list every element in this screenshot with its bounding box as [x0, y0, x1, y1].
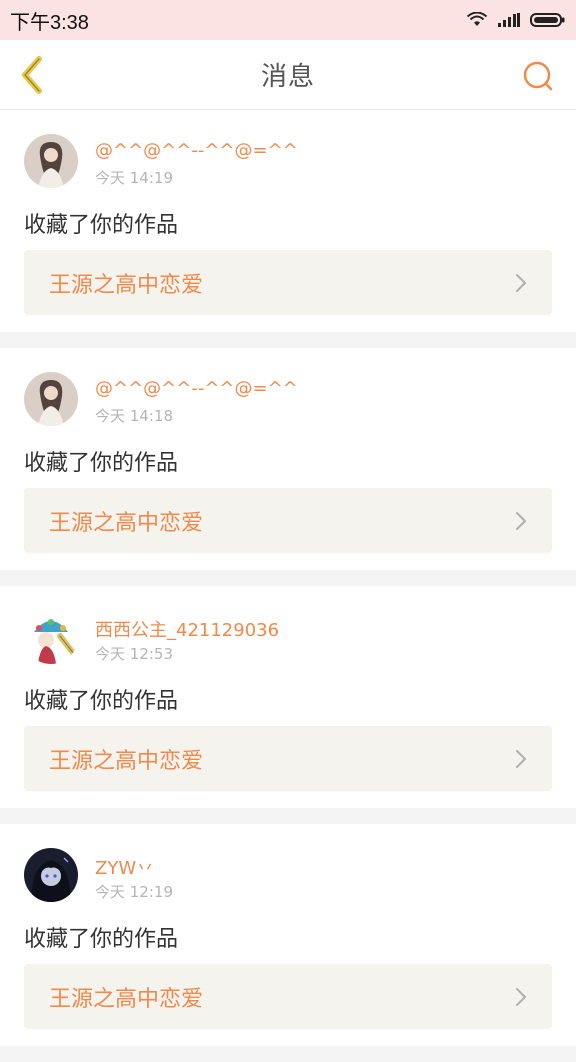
- app-header: 消息: [0, 40, 576, 110]
- timestamp: 今天 14:18: [95, 407, 173, 425]
- message-card: @^^@^^--^^@=^^ 今天 14:19 收藏了你的作品 王源之高中恋爱: [0, 110, 576, 332]
- message-card: @^^@^^--^^@=^^ 今天 14:18 收藏了你的作品 王源之高中恋爱: [0, 348, 576, 570]
- username[interactable]: @^^@^^--^^@=^^: [95, 378, 298, 399]
- user-avatar-portrait-icon: [24, 372, 78, 426]
- work-link[interactable]: 王源之高中恋爱: [24, 250, 552, 315]
- search-icon: [523, 61, 553, 91]
- timestamp: 今天 14:19: [95, 169, 173, 187]
- search-button[interactable]: [520, 58, 556, 94]
- wifi-icon: [466, 12, 488, 26]
- back-button[interactable]: [12, 54, 52, 96]
- timestamp: 今天 12:19: [95, 883, 173, 901]
- username[interactable]: @^^@^^--^^@=^^: [95, 140, 298, 161]
- user-avatar-portrait-icon: [24, 134, 78, 188]
- chevron-left-icon: [22, 56, 42, 94]
- work-link[interactable]: 王源之高中恋爱: [24, 726, 552, 791]
- chevron-right-icon: [516, 987, 526, 1006]
- action-text: 收藏了你的作品: [24, 213, 179, 238]
- status-icons: [466, 12, 566, 28]
- user-avatar-opera-icon: [24, 610, 78, 664]
- chevron-right-icon: [516, 749, 526, 768]
- work-title: 王源之高中恋爱: [49, 272, 204, 298]
- user-avatar-dark-icon: [24, 848, 78, 902]
- work-title: 王源之高中恋爱: [49, 748, 204, 774]
- avatar[interactable]: [24, 848, 78, 902]
- avatar[interactable]: [24, 610, 78, 664]
- username[interactable]: 西西公主_421129036: [95, 616, 279, 642]
- status-time: 下午3:38: [10, 11, 89, 34]
- work-link[interactable]: 王源之高中恋爱: [24, 488, 552, 553]
- message-card: 西西公主_421129036 今天 12:53 收藏了你的作品 王源之高中恋爱: [0, 586, 576, 808]
- username[interactable]: ZYW丷: [95, 854, 154, 880]
- avatar[interactable]: [24, 372, 78, 426]
- action-text: 收藏了你的作品: [24, 451, 179, 476]
- timestamp: 今天 12:53: [95, 645, 173, 663]
- work-link[interactable]: 王源之高中恋爱: [24, 964, 552, 1029]
- message-card: ZYW丷 今天 12:19 收藏了你的作品 王源之高中恋爱: [0, 824, 576, 1046]
- signal-icon: [498, 13, 520, 27]
- work-title: 王源之高中恋爱: [49, 510, 204, 536]
- work-title: 王源之高中恋爱: [49, 986, 204, 1012]
- action-text: 收藏了你的作品: [24, 689, 179, 714]
- message-list: @^^@^^--^^@=^^ 今天 14:19 收藏了你的作品 王源之高中恋爱 …: [0, 110, 576, 1062]
- chevron-right-icon: [516, 273, 526, 292]
- avatar[interactable]: [24, 134, 78, 188]
- action-text: 收藏了你的作品: [24, 927, 179, 952]
- battery-icon: [530, 13, 565, 27]
- chevron-right-icon: [516, 511, 526, 530]
- status-bar: 下午3:38: [0, 0, 576, 40]
- page-title: 消息: [260, 62, 315, 92]
